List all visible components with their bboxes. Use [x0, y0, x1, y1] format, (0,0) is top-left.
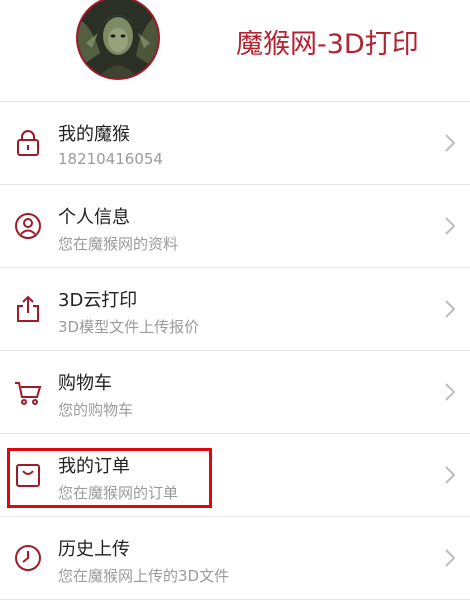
lock-icon [13, 128, 43, 158]
chevron-right-icon [442, 548, 458, 568]
menu-item-subtitle: 您的购物车 [58, 401, 134, 419]
menu-item-my-account[interactable]: 我的魔猴 18210416054 [0, 102, 470, 185]
menu-item-title: 我的订单 [58, 456, 130, 477]
menu-item-title: 3D云打印 [58, 290, 138, 311]
site-title: 魔猴网-3D打印 [236, 29, 419, 60]
menu-item-shopping-cart[interactable]: 购物车 您的购物车 [0, 351, 470, 434]
profile-page: 魔猴网-3D打印 我的魔猴 18210416054 个人信息 您在魔猴网的资料 … [0, 0, 470, 600]
chevron-right-icon [442, 299, 458, 319]
bag-icon [13, 460, 43, 490]
avatar[interactable] [76, 0, 160, 80]
chevron-right-icon [442, 465, 458, 485]
menu-item-title: 我的魔猴 [58, 124, 130, 145]
menu-item-3d-cloud-print[interactable]: 3D云打印 3D模型文件上传报价 [0, 268, 470, 351]
chevron-right-icon [442, 216, 458, 236]
menu-item-title: 购物车 [58, 373, 112, 394]
menu-item-title: 个人信息 [58, 207, 130, 228]
upload-icon [13, 294, 43, 324]
chevron-right-icon [442, 133, 458, 153]
menu-item-subtitle: 3D模型文件上传报价 [58, 318, 200, 336]
menu-item-subtitle: 您在魔猴网上传的3D文件 [58, 567, 230, 585]
clock-icon [13, 543, 43, 573]
avatar-image [78, 0, 158, 78]
menu-item-upload-history[interactable]: 历史上传 您在魔猴网上传的3D文件 [0, 517, 470, 600]
user-icon [13, 211, 43, 241]
menu-item-my-orders[interactable]: 我的订单 您在魔猴网的订单 [0, 434, 470, 517]
cart-icon [13, 377, 43, 407]
menu-item-title: 历史上传 [58, 539, 130, 560]
menu-item-subtitle: 您在魔猴网的订单 [58, 484, 179, 502]
menu-item-subtitle: 18210416054 [58, 150, 163, 168]
chevron-right-icon [442, 382, 458, 402]
profile-menu: 我的魔猴 18210416054 个人信息 您在魔猴网的资料 3D云打印 3D模… [0, 101, 470, 600]
menu-item-personal-info[interactable]: 个人信息 您在魔猴网的资料 [0, 185, 470, 268]
menu-item-subtitle: 您在魔猴网的资料 [58, 235, 179, 253]
profile-header: 魔猴网-3D打印 [0, 0, 470, 100]
